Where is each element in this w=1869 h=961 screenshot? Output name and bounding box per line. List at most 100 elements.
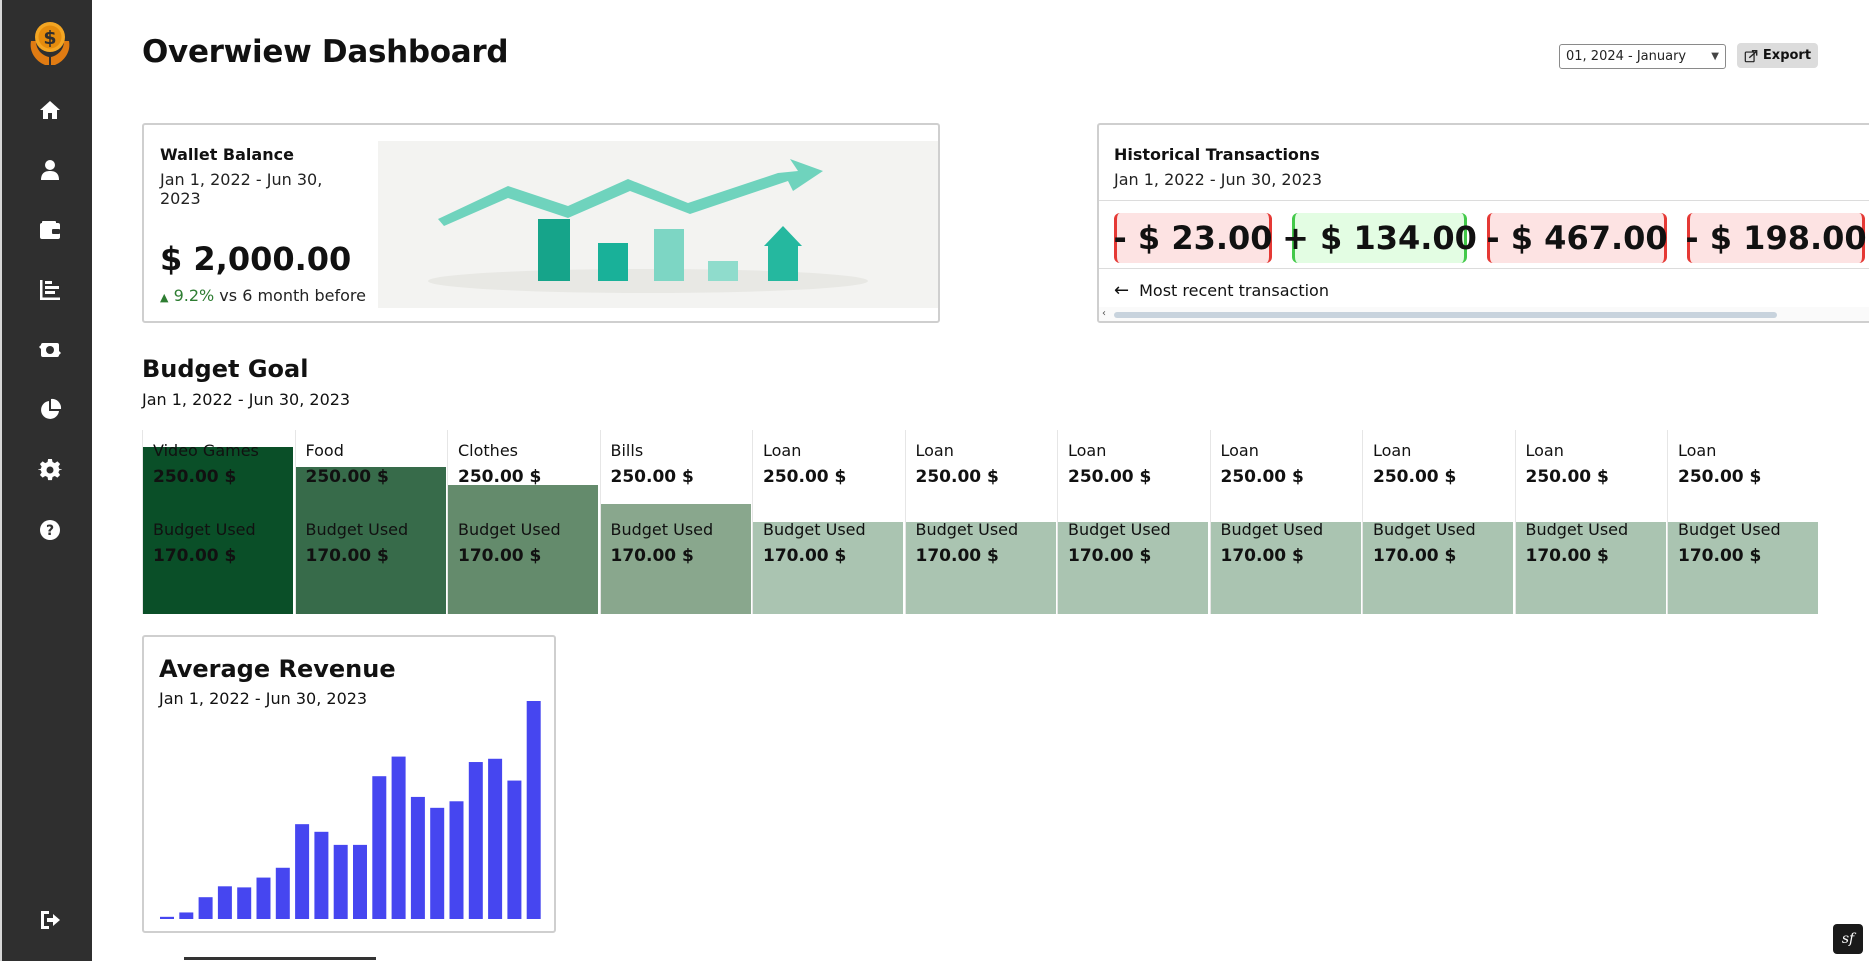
revenue-bar[interactable] xyxy=(198,897,213,919)
chevron-down-icon: ▼ xyxy=(1711,51,1719,62)
export-button[interactable]: Export xyxy=(1737,43,1818,68)
revenue-bar[interactable] xyxy=(468,762,483,919)
transaction-item[interactable]: + $ 134.00 xyxy=(1282,213,1477,263)
budget-amount: 250.00 $ xyxy=(763,467,847,487)
budget-used-label: Budget Used xyxy=(763,520,866,539)
budget-goal-item[interactable]: Clothes 250.00 $ Budget Used 170.00 $ xyxy=(447,430,598,614)
transaction-item[interactable]: - $ 23.00 xyxy=(1113,213,1273,263)
budget-amount: 250.00 $ xyxy=(1525,467,1609,487)
revenue-bar[interactable] xyxy=(237,887,252,919)
month-select[interactable]: 01, 2024 - January ▼ xyxy=(1559,44,1726,69)
money-hands-logo-icon[interactable]: $ xyxy=(27,19,73,67)
budget-used-label: Budget Used xyxy=(1068,520,1171,539)
help-icon: ? xyxy=(40,520,60,540)
revenue-bar[interactable] xyxy=(314,831,329,919)
sidebar-item-settings[interactable] xyxy=(30,450,70,490)
sidebar-item-home[interactable] xyxy=(30,90,70,130)
most-recent-label: Most recent transaction xyxy=(1139,281,1329,300)
budget-used-label: Budget Used xyxy=(1220,520,1324,539)
budget-amount: 250.00 $ xyxy=(610,467,694,487)
revenue-bar[interactable] xyxy=(372,776,387,919)
logout-button[interactable] xyxy=(30,900,70,940)
budget-used-amount: 170.00 $ xyxy=(1525,546,1609,566)
budget-used-amount: 170.00 $ xyxy=(1678,546,1762,566)
budget-category: Loan xyxy=(1525,441,1564,460)
revenue-bar-chart xyxy=(160,701,541,919)
revenue-bar[interactable] xyxy=(217,886,232,919)
wallet-balance-card: Wallet Balance Jan 1, 2022 - Jun 30, 202… xyxy=(142,123,940,323)
sidebar-item-wallet[interactable] xyxy=(30,210,70,250)
sidebar-item-transfers[interactable] xyxy=(30,330,70,370)
budget-used-amount: 170.00 $ xyxy=(1068,546,1152,566)
wallet-balance-value: $ 2,000.00 xyxy=(160,240,352,278)
revenue-bar[interactable] xyxy=(430,807,445,919)
money-exchange-icon xyxy=(39,343,61,357)
pie-chart-icon xyxy=(41,398,62,419)
budget-used-amount: 170.00 $ xyxy=(305,546,389,566)
horizontal-scrollbar[interactable]: ‹ › xyxy=(1099,307,1869,321)
scrollbar-thumb[interactable] xyxy=(1114,312,1777,318)
budget-used-amount: 170.00 $ xyxy=(458,546,542,566)
budget-used-amount: 170.00 $ xyxy=(1220,546,1304,566)
budget-used-amount: 170.00 $ xyxy=(1373,546,1457,566)
transaction-item[interactable]: - $ 198.00 xyxy=(1685,213,1867,263)
budget-used-amount: 170.00 $ xyxy=(610,546,694,566)
revenue-bar[interactable] xyxy=(488,758,503,919)
user-icon xyxy=(41,160,59,180)
revenue-bar[interactable] xyxy=(333,844,348,919)
logout-icon xyxy=(41,911,60,929)
budget-used-label: Budget Used xyxy=(1678,520,1781,539)
bar-chart-icon xyxy=(40,280,60,300)
revenue-bar[interactable] xyxy=(295,824,310,919)
budget-used-label: Budget Used xyxy=(153,520,256,539)
transaction-item[interactable]: - $ 467.00 xyxy=(1486,213,1668,263)
budget-category: Loan xyxy=(915,441,954,460)
svg-text:$: $ xyxy=(43,27,56,49)
most-recent-hint: ← Most recent transaction xyxy=(1114,280,1329,301)
wallet-delta-pct: 9.2% xyxy=(173,286,215,305)
revenue-bar[interactable] xyxy=(449,801,464,919)
sidebar-item-profile[interactable] xyxy=(30,150,70,190)
budget-used-label: Budget Used xyxy=(1525,520,1629,539)
sidebar-item-reports[interactable] xyxy=(30,390,70,430)
wallet-delta-text: vs 6 month before xyxy=(214,286,366,305)
budget-goal-item[interactable]: Bills 250.00 $ Budget Used 170.00 $ xyxy=(599,430,751,614)
revenue-bar[interactable] xyxy=(256,877,271,919)
budget-category: Clothes xyxy=(458,441,518,460)
revenue-bar[interactable] xyxy=(507,780,522,919)
budget-used-label: Budget Used xyxy=(458,520,561,539)
budget-goal-date-range: Jan 1, 2022 - Jun 30, 2023 xyxy=(142,390,351,409)
sidebar-item-help[interactable]: ? xyxy=(30,510,70,550)
revenue-bar[interactable] xyxy=(391,756,406,919)
budget-goal-item[interactable]: Loan 250.00 $ Budget Used 170.00 $ xyxy=(752,430,903,614)
month-select-value: 01, 2024 - January xyxy=(1566,49,1687,64)
budget-amount: 250.00 $ xyxy=(458,467,542,487)
trend-up-icon: ▲ xyxy=(160,291,169,304)
revenue-bar[interactable] xyxy=(179,912,194,919)
scroll-left-icon[interactable]: ‹ xyxy=(1102,308,1106,319)
symfony-toolbar-icon[interactable]: sf xyxy=(1833,924,1863,954)
arrow-left-icon: ← xyxy=(1114,280,1130,301)
wallet-title: Wallet Balance xyxy=(160,145,294,164)
budget-goal-item[interactable]: Loan 250.00 $ Budget Used 170.00 $ xyxy=(1209,430,1361,614)
revenue-bar[interactable] xyxy=(353,844,367,919)
budget-used-label: Budget Used xyxy=(1373,520,1476,539)
budget-amount: 250.00 $ xyxy=(1220,467,1304,487)
budget-goal-item[interactable]: Loan 250.00 $ Budget Used 170.00 $ xyxy=(1667,430,1818,614)
budget-goal-item[interactable]: Loan 250.00 $ Budget Used 170.00 $ xyxy=(1362,430,1513,614)
budget-goal-item[interactable]: Food 250.00 $ Budget Used 170.00 $ xyxy=(294,430,446,614)
page-title: Overwiew Dashboard xyxy=(142,34,509,70)
revenue-bar[interactable] xyxy=(160,916,174,919)
revenue-bar[interactable] xyxy=(526,701,541,919)
budget-goal-item[interactable]: Video Games 250.00 $ Budget Used 170.00 $ xyxy=(142,430,293,614)
historical-transactions-card: Historical Transactions Jan 1, 2022 - Ju… xyxy=(1097,123,1869,323)
budget-category: Loan xyxy=(1220,441,1259,460)
budget-goal-item[interactable]: Loan 250.00 $ Budget Used 170.00 $ xyxy=(1514,430,1666,614)
budget-goal-item[interactable]: Loan 250.00 $ Budget Used 170.00 $ xyxy=(904,430,1056,614)
revenue-bar[interactable] xyxy=(410,796,425,919)
sidebar-item-statistics[interactable] xyxy=(30,270,70,310)
export-label: Export xyxy=(1762,48,1812,63)
bottom-scroll-indicator xyxy=(184,957,376,960)
revenue-bar[interactable] xyxy=(275,867,290,919)
budget-goal-item[interactable]: Loan 250.00 $ Budget Used 170.00 $ xyxy=(1057,430,1208,614)
